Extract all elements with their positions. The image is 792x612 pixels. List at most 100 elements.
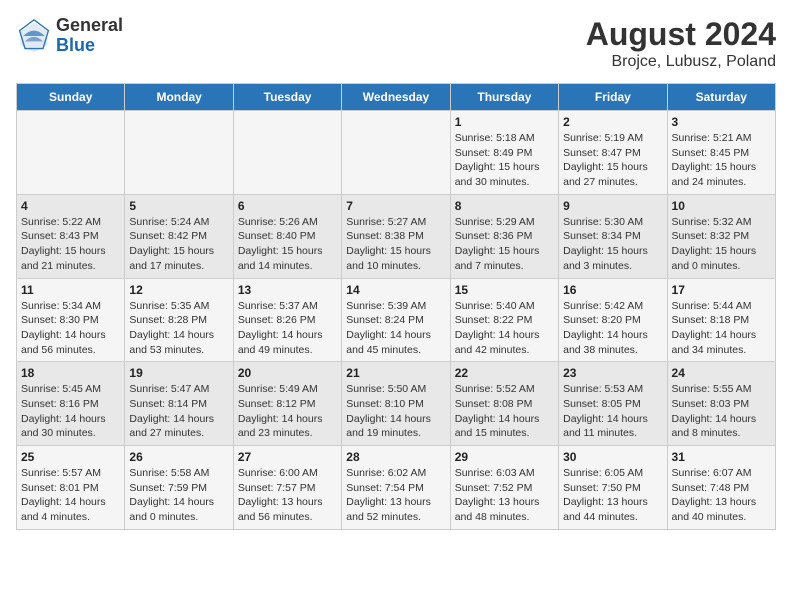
weekday-header: Friday <box>559 84 667 111</box>
calendar-cell: 3Sunrise: 5:21 AM Sunset: 8:45 PM Daylig… <box>667 111 775 195</box>
calendar-cell: 4 Sunrise: 5:22 AM Sunset: 8:43 PM Daylig… <box>17 194 125 278</box>
logo: General Blue <box>16 16 123 56</box>
weekday-header: Saturday <box>667 84 775 111</box>
calendar-cell: 10 Sunrise: 5:32 AM Sunset: 8:32 PM Dayli… <box>667 194 775 278</box>
calendar-cell <box>342 111 450 195</box>
day-info: Sunrise: 5:58 AM Sunset: 7:59 PM Dayligh… <box>129 466 228 525</box>
day-info: Sunrise: 6:05 AM Sunset: 7:50 PM Dayligh… <box>563 466 662 525</box>
day-number: 6 <box>238 199 337 213</box>
day-number: 18 <box>21 366 120 380</box>
day-number: 8 <box>455 199 554 213</box>
day-info: Sunrise: 5:22 AM Sunset: 8:43 PM Dayligh… <box>21 215 120 274</box>
calendar-cell: 6 Sunrise: 5:26 AM Sunset: 8:40 PM Daylig… <box>233 194 341 278</box>
calendar-week-row: 1 Sunrise: 5:18 AM Sunset: 8:49 PM Daylig… <box>17 111 776 195</box>
day-info: Sunrise: 5:26 AM Sunset: 8:40 PM Dayligh… <box>238 215 337 274</box>
day-info: Sunrise: 5:21 AM Sunset: 8:45 PM Dayligh… <box>672 131 771 190</box>
calendar-cell: 22 Sunrise: 5:52 AM Sunset: 8:08 PM Dayli… <box>450 362 558 446</box>
calendar-week-row: 4 Sunrise: 5:22 AM Sunset: 8:43 PM Daylig… <box>17 194 776 278</box>
day-number: 23 <box>563 366 662 380</box>
day-number: 16 <box>563 283 662 297</box>
day-info: Sunrise: 5:32 AM Sunset: 8:32 PM Dayligh… <box>672 215 771 274</box>
calendar-cell <box>233 111 341 195</box>
day-number: 27 <box>238 450 337 464</box>
calendar-cell: 29Sunrise: 6:03 AM Sunset: 7:52 PM Dayli… <box>450 446 558 530</box>
calendar-cell: 31 Sunrise: 6:07 AM Sunset: 7:48 PM Dayli… <box>667 446 775 530</box>
day-number: 10 <box>672 199 771 213</box>
day-info: Sunrise: 5:24 AM Sunset: 8:42 PM Dayligh… <box>129 215 228 274</box>
day-number: 12 <box>129 283 228 297</box>
day-number: 29 <box>455 450 554 464</box>
weekday-header: Thursday <box>450 84 558 111</box>
day-number: 22 <box>455 366 554 380</box>
calendar-cell: 12 Sunrise: 5:35 AM Sunset: 8:28 PM Dayli… <box>125 278 233 362</box>
calendar-cell <box>125 111 233 195</box>
calendar-cell: 8 Sunrise: 5:29 AM Sunset: 8:36 PM Daylig… <box>450 194 558 278</box>
day-number: 2 <box>563 115 662 129</box>
day-info: Sunrise: 5:18 AM Sunset: 8:49 PM Dayligh… <box>455 131 554 190</box>
day-info: Sunrise: 5:44 AM Sunset: 8:18 PM Dayligh… <box>672 299 771 358</box>
calendar-cell: 24 Sunrise: 5:55 AM Sunset: 8:03 PM Dayli… <box>667 362 775 446</box>
day-info: Sunrise: 5:42 AM Sunset: 8:20 PM Dayligh… <box>563 299 662 358</box>
weekday-row: SundayMondayTuesdayWednesdayThursdayFrid… <box>17 84 776 111</box>
day-number: 25 <box>21 450 120 464</box>
calendar-week-row: 25Sunrise: 5:57 AM Sunset: 8:01 PM Dayli… <box>17 446 776 530</box>
day-info: Sunrise: 5:19 AM Sunset: 8:47 PM Dayligh… <box>563 131 662 190</box>
day-info: Sunrise: 6:02 AM Sunset: 7:54 PM Dayligh… <box>346 466 445 525</box>
day-number: 19 <box>129 366 228 380</box>
page-header: General Blue August 2024 Brojce, Lubusz,… <box>16 16 776 71</box>
calendar-cell: 23 Sunrise: 5:53 AM Sunset: 8:05 PM Dayli… <box>559 362 667 446</box>
calendar-cell <box>17 111 125 195</box>
day-info: Sunrise: 6:00 AM Sunset: 7:57 PM Dayligh… <box>238 466 337 525</box>
day-info: Sunrise: 5:50 AM Sunset: 8:10 PM Dayligh… <box>346 382 445 441</box>
calendar-table: SundayMondayTuesdayWednesdayThursdayFrid… <box>16 83 776 530</box>
day-number: 30 <box>563 450 662 464</box>
day-number: 24 <box>672 366 771 380</box>
calendar-cell: 18 Sunrise: 5:45 AM Sunset: 8:16 PM Dayli… <box>17 362 125 446</box>
day-info: Sunrise: 6:07 AM Sunset: 7:48 PM Dayligh… <box>672 466 771 525</box>
day-info: Sunrise: 5:29 AM Sunset: 8:36 PM Dayligh… <box>455 215 554 274</box>
calendar-cell: 11 Sunrise: 5:34 AM Sunset: 8:30 PM Dayli… <box>17 278 125 362</box>
calendar-cell: 17 Sunrise: 5:44 AM Sunset: 8:18 PM Dayli… <box>667 278 775 362</box>
day-info: Sunrise: 5:55 AM Sunset: 8:03 PM Dayligh… <box>672 382 771 441</box>
calendar-cell: 30 Sunrise: 6:05 AM Sunset: 7:50 PM Dayli… <box>559 446 667 530</box>
day-info: Sunrise: 5:27 AM Sunset: 8:38 PM Dayligh… <box>346 215 445 274</box>
logo-text: General Blue <box>56 16 123 56</box>
day-info: Sunrise: 5:45 AM Sunset: 8:16 PM Dayligh… <box>21 382 120 441</box>
weekday-header: Wednesday <box>342 84 450 111</box>
day-info: Sunrise: 5:30 AM Sunset: 8:34 PM Dayligh… <box>563 215 662 274</box>
calendar-cell: 19Sunrise: 5:47 AM Sunset: 8:14 PM Dayli… <box>125 362 233 446</box>
weekday-header: Tuesday <box>233 84 341 111</box>
calendar-week-row: 11 Sunrise: 5:34 AM Sunset: 8:30 PM Dayli… <box>17 278 776 362</box>
calendar-week-row: 18 Sunrise: 5:45 AM Sunset: 8:16 PM Dayli… <box>17 362 776 446</box>
day-number: 31 <box>672 450 771 464</box>
calendar-header: SundayMondayTuesdayWednesdayThursdayFrid… <box>17 84 776 111</box>
day-number: 26 <box>129 450 228 464</box>
calendar-cell: 7Sunrise: 5:27 AM Sunset: 8:38 PM Daylig… <box>342 194 450 278</box>
day-number: 9 <box>563 199 662 213</box>
day-number: 11 <box>21 283 120 297</box>
day-number: 4 <box>21 199 120 213</box>
day-info: Sunrise: 5:39 AM Sunset: 8:24 PM Dayligh… <box>346 299 445 358</box>
day-number: 17 <box>672 283 771 297</box>
day-number: 15 <box>455 283 554 297</box>
calendar-cell: 27 Sunrise: 6:00 AM Sunset: 7:57 PM Dayli… <box>233 446 341 530</box>
day-info: Sunrise: 5:35 AM Sunset: 8:28 PM Dayligh… <box>129 299 228 358</box>
day-info: Sunrise: 5:49 AM Sunset: 8:12 PM Dayligh… <box>238 382 337 441</box>
calendar-cell: 9 Sunrise: 5:30 AM Sunset: 8:34 PM Daylig… <box>559 194 667 278</box>
day-info: Sunrise: 5:52 AM Sunset: 8:08 PM Dayligh… <box>455 382 554 441</box>
calendar-cell: 14Sunrise: 5:39 AM Sunset: 8:24 PM Dayli… <box>342 278 450 362</box>
day-number: 13 <box>238 283 337 297</box>
logo-blue: Blue <box>56 36 123 56</box>
day-number: 1 <box>455 115 554 129</box>
day-info: Sunrise: 5:40 AM Sunset: 8:22 PM Dayligh… <box>455 299 554 358</box>
calendar-cell: 25Sunrise: 5:57 AM Sunset: 8:01 PM Dayli… <box>17 446 125 530</box>
page-title: August 2024 <box>586 16 776 53</box>
day-number: 5 <box>129 199 228 213</box>
day-info: Sunrise: 5:53 AM Sunset: 8:05 PM Dayligh… <box>563 382 662 441</box>
logo-general: General <box>56 16 123 36</box>
day-info: Sunrise: 5:34 AM Sunset: 8:30 PM Dayligh… <box>21 299 120 358</box>
calendar-cell: 1 Sunrise: 5:18 AM Sunset: 8:49 PM Daylig… <box>450 111 558 195</box>
day-number: 20 <box>238 366 337 380</box>
calendar-cell: 26 Sunrise: 5:58 AM Sunset: 7:59 PM Dayli… <box>125 446 233 530</box>
day-number: 21 <box>346 366 445 380</box>
